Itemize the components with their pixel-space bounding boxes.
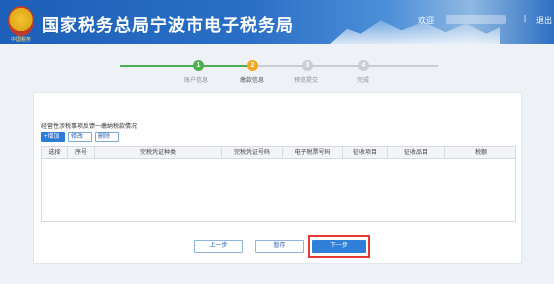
column-header: 序号 <box>68 147 95 159</box>
column-header: 选择 <box>42 147 68 159</box>
step-4-label: 完成 <box>357 78 370 84</box>
site-title: 国家税务总局宁波市电子税务局 <box>42 16 294 35</box>
section-title: 经营性涉税事项反馈一缴纳税款情况 <box>41 124 138 130</box>
edit-button[interactable]: 修改 <box>68 132 92 142</box>
stepper-line <box>310 65 360 67</box>
add-button[interactable]: +增加 <box>41 132 65 142</box>
step-1-marker: 1 <box>193 60 204 71</box>
stepper-line <box>256 65 304 67</box>
step-2-label: 缴款信息 <box>240 78 265 84</box>
column-header: 税额 <box>474 150 487 156</box>
logout-link[interactable]: 退出 <box>536 15 552 26</box>
header-separator: | <box>524 14 527 23</box>
user-name <box>446 15 506 24</box>
tax-emblem-icon <box>8 6 34 36</box>
column-header: 完税凭证号码 <box>222 147 283 159</box>
welcome-text: 欢迎 <box>418 16 434 25</box>
payment-table: 选择 序号 完税凭证种类 完税凭证号码 电子税票号码 征收项目 征收品目 税额 <box>41 146 516 222</box>
column-header: 征收品目 <box>388 147 445 159</box>
table-header: 选择 序号 完税凭证种类 完税凭证号码 电子税票号码 征收项目 征收品目 税额 <box>42 147 515 159</box>
step-1-label: 账户信息 <box>184 78 209 84</box>
top-banner: 中国税务 国家税务总局宁波市电子税务局 欢迎 | 退出 <box>0 0 554 44</box>
delete-button[interactable]: 删除 <box>95 132 119 142</box>
step-4-marker: 4 <box>358 60 369 71</box>
step-3-marker: 3 <box>302 60 313 71</box>
prev-step-button[interactable]: 上一步 <box>194 240 243 253</box>
highlight-box <box>308 235 370 258</box>
stepper-line <box>201 65 248 67</box>
column-header: 完税凭证种类 <box>95 147 222 159</box>
step-2-marker: 2 <box>247 60 258 71</box>
column-header: 电子税票号码 <box>283 147 343 159</box>
stepper-line <box>366 65 438 67</box>
emblem-text: 中国税务 <box>10 37 31 43</box>
save-draft-button[interactable]: 暂存 <box>255 240 304 253</box>
column-header: 征收项目 <box>343 147 388 159</box>
stepper-line <box>120 65 195 67</box>
step-3-label: 预览提交 <box>294 78 319 84</box>
